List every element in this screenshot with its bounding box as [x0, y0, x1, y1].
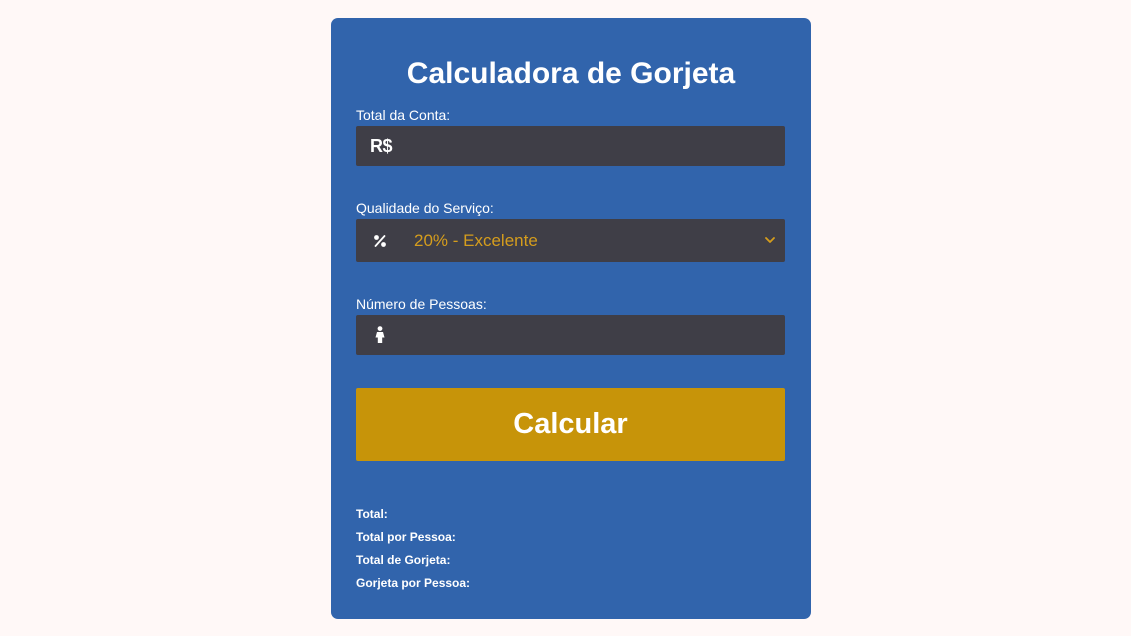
tip-calculator-card: Calculadora de Gorjeta Total da Conta: R…	[331, 18, 811, 619]
chevron-down-icon	[755, 219, 785, 262]
service-quality-select[interactable]: 20% - Excelente	[356, 219, 785, 262]
people-count-input[interactable]	[404, 315, 785, 355]
percent-icon	[356, 219, 404, 262]
bill-total-input[interactable]	[404, 126, 785, 166]
result-tip-total: Total de Gorjeta:	[356, 553, 451, 567]
person-icon	[356, 315, 404, 355]
bill-total-label: Total da Conta:	[356, 107, 451, 123]
results-panel: Total: Total por Pessoa: Total de Gorjet…	[356, 503, 785, 595]
service-quality-label: Qualidade do Serviço:	[356, 200, 494, 216]
result-total-per-person: Total por Pessoa:	[356, 530, 456, 544]
result-total: Total:	[356, 507, 388, 521]
people-count-field[interactable]	[356, 315, 785, 355]
result-tip-per-person: Gorjeta por Pessoa:	[356, 576, 471, 590]
calculate-button[interactable]: Calcular	[356, 388, 785, 461]
bill-total-field[interactable]: R$	[356, 126, 785, 166]
service-quality-selected-value: 20% - Excelente	[414, 231, 538, 250]
people-count-label: Número de Pessoas:	[356, 296, 487, 312]
currency-icon: R$	[369, 135, 393, 156]
page-title: Calculadora de Gorjeta	[406, 57, 736, 90]
